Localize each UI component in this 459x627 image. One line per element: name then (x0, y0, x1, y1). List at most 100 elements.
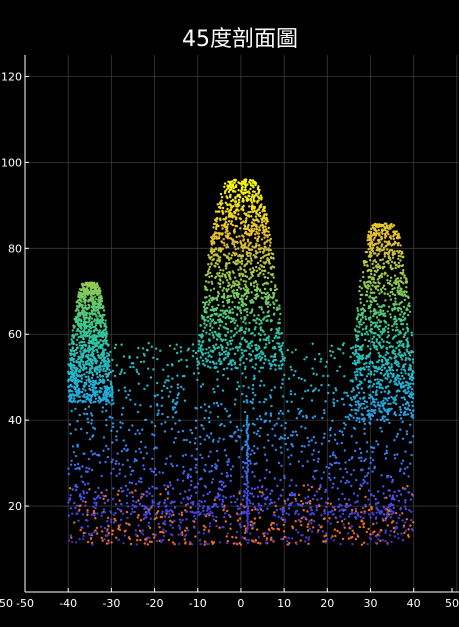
data-point (81, 388, 85, 391)
data-point (262, 318, 265, 321)
data-point (359, 515, 362, 518)
data-point (152, 470, 156, 474)
data-point (260, 418, 263, 421)
data-point (221, 348, 224, 351)
data-point (121, 422, 124, 425)
data-point (233, 321, 236, 325)
data-point (149, 517, 152, 520)
data-point (91, 339, 94, 342)
data-point (184, 541, 187, 544)
data-point (255, 286, 259, 289)
data-point (228, 311, 231, 314)
data-point (266, 532, 269, 535)
data-point (244, 303, 248, 307)
data-point (210, 248, 213, 251)
data-point (332, 391, 335, 395)
data-point (231, 216, 234, 219)
data-point (269, 241, 272, 244)
data-point (382, 513, 385, 516)
data-point (307, 501, 310, 504)
data-point (260, 379, 263, 383)
data-point (163, 430, 167, 433)
data-point (169, 524, 172, 527)
data-point (332, 404, 336, 407)
data-point (253, 194, 256, 198)
data-point (71, 488, 75, 491)
data-point (94, 397, 98, 400)
data-point (209, 366, 212, 369)
data-point (179, 492, 182, 495)
data-point (333, 433, 337, 436)
data-point (73, 354, 76, 357)
data-point (155, 539, 158, 543)
data-point (79, 288, 83, 291)
data-point (263, 362, 266, 365)
data-point (180, 385, 183, 389)
data-point (399, 493, 403, 496)
data-point (240, 262, 244, 265)
data-point (287, 377, 291, 380)
data-point (85, 491, 89, 494)
data-point (228, 220, 231, 223)
data-point (138, 502, 142, 506)
data-point (233, 352, 237, 356)
data-point (93, 531, 96, 534)
data-point (98, 319, 101, 323)
data-point (218, 498, 221, 501)
data-point (95, 501, 98, 505)
data-point (87, 299, 90, 302)
data-point (111, 422, 115, 425)
data-point (369, 299, 372, 303)
data-point (269, 414, 273, 417)
data-point (105, 335, 108, 338)
data-point (221, 300, 225, 304)
data-point (235, 294, 239, 297)
data-point (85, 395, 88, 398)
data-point (211, 478, 215, 481)
data-point (208, 420, 211, 424)
data-point (118, 472, 121, 475)
data-point (192, 372, 196, 375)
data-point (122, 489, 125, 493)
data-point (372, 494, 376, 498)
data-point (205, 331, 208, 334)
data-point (103, 526, 107, 530)
data-point (182, 479, 185, 482)
data-point (76, 379, 80, 382)
data-point (153, 424, 157, 428)
data-point (285, 512, 288, 515)
data-point (244, 330, 247, 333)
data-point (263, 446, 266, 449)
data-point (237, 456, 241, 459)
data-point (293, 393, 297, 396)
data-point (307, 523, 310, 526)
data-point (380, 430, 383, 433)
data-point (248, 268, 252, 271)
data-point (381, 258, 384, 261)
data-point (255, 244, 258, 247)
data-point (406, 387, 410, 390)
data-point (237, 198, 241, 202)
data-point (250, 291, 253, 294)
data-point (78, 357, 81, 360)
data-point (214, 247, 218, 250)
data-point (264, 218, 267, 221)
data-point (111, 396, 114, 399)
data-point (98, 391, 102, 394)
data-point (84, 500, 87, 504)
data-point (235, 387, 239, 391)
data-point (137, 372, 140, 376)
data-point (258, 400, 261, 404)
data-point (130, 481, 134, 485)
data-point (333, 356, 336, 360)
data-point (316, 498, 319, 501)
data-point (205, 513, 209, 516)
data-point (236, 262, 239, 265)
data-point (207, 253, 210, 257)
data-point (95, 348, 99, 352)
data-point (105, 542, 109, 545)
data-point (226, 207, 229, 211)
data-point (173, 519, 176, 523)
data-point (189, 506, 192, 509)
data-point (347, 532, 350, 535)
